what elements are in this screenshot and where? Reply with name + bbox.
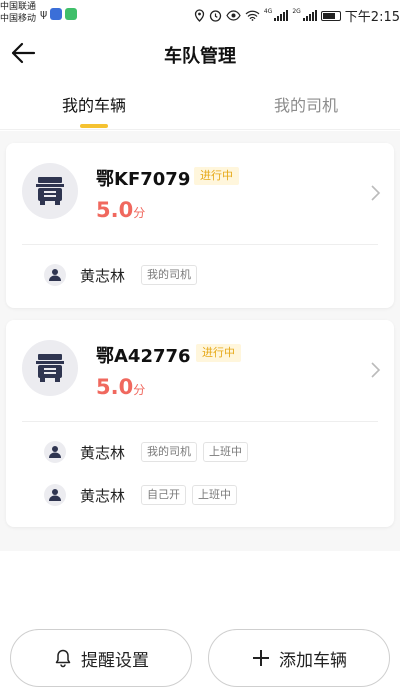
network-type-label: 4G [263, 8, 273, 15]
status-icons-right: 4G 2G 下午2:15 [194, 6, 400, 25]
driver-row: 黄志林 我的司机 上班中 [44, 439, 254, 465]
tab-my-vehicles[interactable]: 我的车辆 [62, 92, 126, 116]
add-vehicle-button[interactable]: 添加车辆 [208, 629, 390, 687]
truck-avatar [22, 340, 78, 396]
status-time: 下午2:15 [344, 10, 400, 25]
chevron-right-icon[interactable] [370, 183, 382, 203]
score-unit: 分 [133, 383, 146, 397]
driver-row: 黄志林 我的司机 [44, 262, 203, 288]
score-unit: 分 [133, 206, 146, 220]
eye-icon [226, 10, 241, 21]
status-icons-left: ψ [40, 7, 78, 20]
bell-icon [55, 649, 71, 668]
wifi-icon [245, 10, 260, 21]
driver-tag: 我的司机 [141, 265, 198, 285]
status-badge: 进行中 [196, 344, 241, 362]
carrier-info: 中国联通 中国移动 [0, 1, 36, 25]
bottom-action-bar: 提醒设置 添加车辆 [0, 620, 400, 700]
driver-tag: 自己开 [141, 485, 187, 505]
remind-settings-button[interactable]: 提醒设置 [10, 629, 192, 687]
location-icon [194, 9, 205, 22]
driver-tag: 上班中 [203, 442, 249, 462]
add-vehicle-label: 添加车辆 [279, 650, 347, 671]
network-type-label: 2G [292, 8, 301, 15]
signal-icon [302, 10, 317, 21]
vehicle-card[interactable]: 鄂KF7079 进行中 5.0分 黄志林 我的司机 [6, 143, 394, 308]
score-value: 5.0 [96, 375, 134, 399]
carrier-2: 中国移动 [0, 14, 37, 24]
chevron-right-icon[interactable] [370, 360, 382, 380]
vehicle-score: 5.0分 [96, 375, 145, 399]
license-plate: 鄂KF7079 [96, 169, 191, 190]
driver-row: 黄志林 自己开 上班中 [44, 482, 243, 508]
app-icon [50, 8, 63, 20]
vehicle-list: 鄂KF7079 进行中 5.0分 黄志林 我的司机 鄂A42776 进行中 5.… [0, 131, 400, 551]
driver-avatar-icon [44, 264, 66, 286]
driver-name: 黄志林 [80, 266, 126, 285]
driver-tag: 上班中 [192, 485, 238, 505]
status-bar: 中国联通 中国移动 ψ 4G 2G 下午2:15 [0, 0, 400, 30]
driver-avatar-icon [44, 484, 66, 506]
driver-name: 黄志林 [80, 443, 126, 462]
score-value: 5.0 [96, 198, 134, 222]
remind-settings-label: 提醒设置 [81, 650, 149, 671]
status-badge: 进行中 [194, 167, 239, 185]
truck-icon [36, 354, 64, 382]
header: 车队管理 [0, 30, 400, 76]
vehicle-score: 5.0分 [96, 198, 145, 222]
usb-icon: ψ [40, 7, 48, 20]
driver-tag: 我的司机 [141, 442, 198, 462]
divider [22, 421, 378, 422]
battery-icon [320, 10, 341, 21]
driver-name: 黄志林 [80, 486, 126, 505]
license-plate: 鄂A42776 [96, 346, 191, 367]
carrier-1: 中国联通 [0, 2, 37, 12]
alarm-icon [209, 10, 222, 22]
truck-avatar [22, 163, 78, 219]
app-icon [65, 8, 78, 20]
truck-icon [36, 177, 64, 205]
divider [22, 244, 378, 245]
tab-my-drivers[interactable]: 我的司机 [274, 92, 338, 116]
driver-avatar-icon [44, 441, 66, 463]
tab-bar: 我的车辆 我的司机 [0, 84, 400, 130]
vehicle-card[interactable]: 鄂A42776 进行中 5.0分 黄志林 我的司机 上班中 黄志林 自己开 上班… [6, 320, 394, 527]
active-tab-indicator [80, 124, 108, 128]
plus-icon [253, 650, 269, 666]
signal-icon [274, 10, 289, 21]
page-title: 车队管理 [164, 46, 236, 67]
